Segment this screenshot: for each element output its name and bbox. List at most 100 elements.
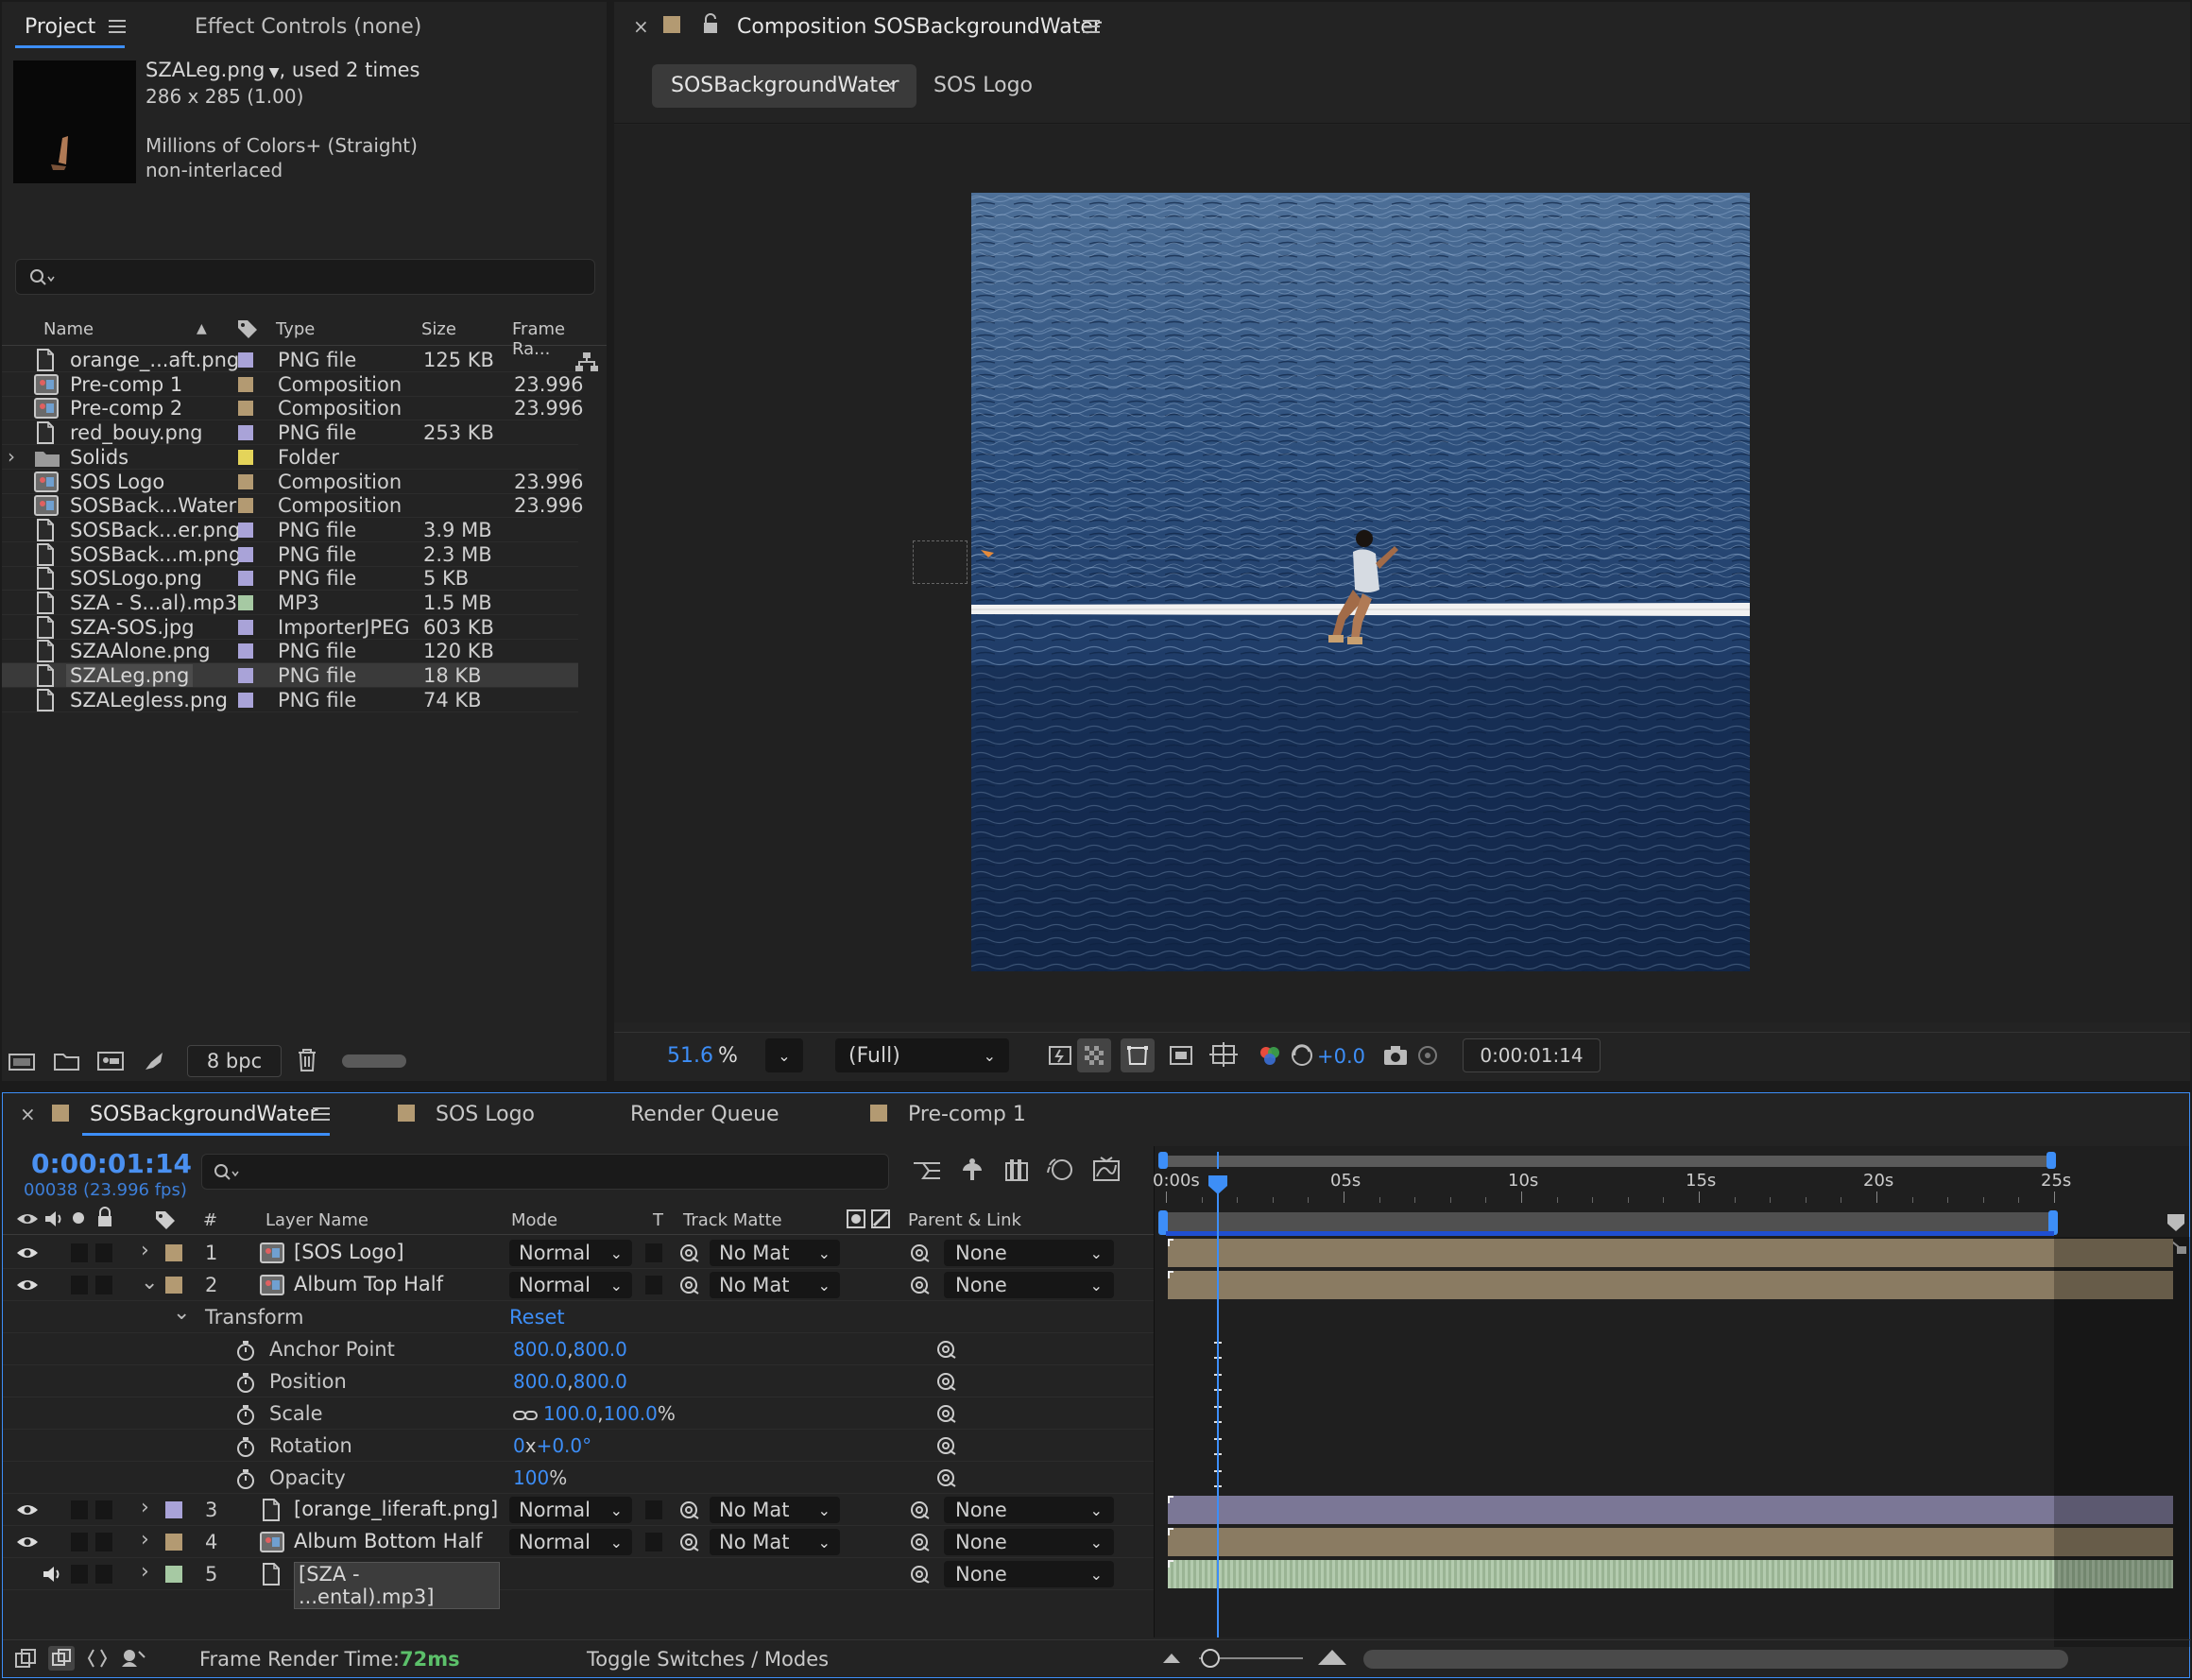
resolution-dropdown[interactable]: (Full) ⌄ (835, 1038, 1009, 1072)
time-ruler[interactable]: 0:00s 05s 10s 15s 20s 25s (1153, 1169, 2190, 1203)
stopwatch-icon[interactable] (235, 1467, 256, 1494)
label-color-swatch[interactable] (238, 668, 253, 684)
property-value[interactable]: 100.0 (604, 1402, 658, 1425)
chevron-left-icon[interactable]: ‹ (886, 72, 896, 98)
timeline-scrollbar[interactable] (1363, 1650, 2068, 1669)
expression-pickwhip-icon[interactable] (936, 1371, 957, 1396)
layer-name[interactable]: Album Bottom Half (294, 1530, 483, 1552)
timeline-search-input[interactable] (201, 1154, 889, 1190)
col-parent-link[interactable]: Parent & Link (908, 1210, 1021, 1230)
close-icon[interactable]: × (633, 15, 649, 38)
timeline-zoom-knob[interactable] (1201, 1649, 1220, 1668)
parent-dropdown[interactable]: None ⌄ (944, 1272, 1114, 1298)
lock-icon[interactable] (701, 13, 720, 40)
shy-layers-icon[interactable] (957, 1156, 987, 1188)
zoom-in-icon[interactable] (1316, 1646, 1348, 1671)
parent-dropdown[interactable]: None ⌄ (944, 1240, 1114, 1266)
panel-menu-icon[interactable] (108, 17, 127, 36)
col-track-matte[interactable]: Track Matte (683, 1210, 782, 1230)
color-channels-icon[interactable] (1257, 1042, 1283, 1072)
layer-row[interactable]: › 1 [SOS Logo] Normal ⌄ No Mat ⌄ None ⌄ (3, 1237, 1154, 1269)
thumbnail-size-slider[interactable] (342, 1054, 406, 1068)
project-item[interactable]: Pre-comp 2 Composition 23.996 (2, 396, 583, 421)
in-out-icon[interactable] (86, 1648, 109, 1672)
pickwhip-icon[interactable] (679, 1275, 700, 1299)
layer-in-point[interactable] (1168, 1496, 1173, 1503)
snapshot-camera-icon[interactable] (1381, 1042, 1410, 1072)
label-color-swatch[interactable] (238, 376, 253, 392)
chevron-down-icon[interactable]: ▼ (265, 65, 280, 80)
layer-name[interactable]: [orange_liferaft.png] (294, 1498, 498, 1520)
mode-dropdown[interactable]: Normal ⌄ (509, 1497, 632, 1523)
fast-preview-icon[interactable] (1047, 1042, 1073, 1072)
render-time-icon[interactable] (120, 1648, 146, 1672)
col-number[interactable]: # (203, 1210, 217, 1230)
show-snapshot-icon[interactable] (1413, 1042, 1442, 1072)
expression-pickwhip-icon[interactable] (936, 1339, 957, 1363)
parent-pickwhip-icon[interactable] (910, 1243, 931, 1267)
timeline-tab-precomp-1[interactable]: Pre-comp 1 (908, 1103, 1026, 1126)
transfer-controls-icon[interactable] (48, 1646, 75, 1671)
panel-menu-icon[interactable] (313, 1106, 330, 1124)
rotation-value[interactable]: 0x+0.0° (513, 1434, 591, 1457)
timeline-tab-sos-logo[interactable]: SOS Logo (436, 1103, 535, 1126)
new-composition-icon[interactable] (96, 1049, 125, 1077)
property-value[interactable]: 100.0 (543, 1402, 597, 1425)
property-value[interactable]: 800.0 (574, 1370, 627, 1393)
label-color-swatch[interactable] (238, 595, 253, 610)
track-matte-dropdown[interactable]: No Mat ⌄ (710, 1529, 840, 1555)
layer-label-swatch[interactable] (165, 1277, 182, 1294)
pickwhip-icon[interactable] (679, 1243, 700, 1267)
solo-switch[interactable] (71, 1243, 88, 1262)
stopwatch-icon[interactable] (235, 1371, 256, 1397)
property-value[interactable]: 800.0 (574, 1338, 627, 1361)
label-color-swatch[interactable] (238, 425, 253, 441)
project-item[interactable]: SZA - S...al).mp3 MP3 1.5 MB (2, 591, 578, 615)
layer-duration-bar[interactable] (1168, 1496, 2173, 1524)
expression-pickwhip-icon[interactable] (936, 1435, 957, 1460)
lock-icon[interactable] (95, 1207, 114, 1233)
label-tag-icon[interactable] (236, 317, 261, 344)
lock-switch[interactable] (95, 1243, 112, 1262)
lock-switch[interactable] (95, 1500, 112, 1519)
property-value[interactable]: 100 (513, 1466, 549, 1489)
pickwhip-icon[interactable] (679, 1532, 700, 1556)
layer-label-swatch[interactable] (165, 1534, 182, 1551)
audio-speaker-icon[interactable] (43, 1209, 65, 1233)
label-color-swatch[interactable] (238, 619, 253, 635)
eye-icon[interactable] (16, 1501, 39, 1522)
position-value[interactable]: 800.0,800.0 (513, 1370, 627, 1393)
col-name[interactable]: Name (43, 319, 94, 339)
mode-dropdown[interactable]: Normal ⌄ (509, 1529, 632, 1555)
pickwhip-icon[interactable] (679, 1500, 700, 1524)
layer-in-point[interactable] (1168, 1528, 1173, 1535)
motion-blur-icon[interactable] (1046, 1156, 1074, 1188)
track-matte-dropdown[interactable]: No Mat ⌄ (710, 1497, 840, 1523)
parent-pickwhip-icon[interactable] (910, 1500, 931, 1524)
project-item[interactable]: SOSBack...m.png PNG file 2.3 MB (2, 542, 578, 567)
track-matte-dropdown[interactable]: No Mat ⌄ (710, 1240, 840, 1266)
layer-duration-bar[interactable] (1168, 1528, 2173, 1556)
composition-flowchart-icon[interactable] (912, 1157, 942, 1188)
scale-value[interactable]: 100.0,100.0% (513, 1402, 676, 1427)
solo-dot-icon[interactable] (73, 1212, 84, 1224)
layer-switches-icon[interactable] (14, 1648, 37, 1672)
property-row[interactable]: Rotation 0x+0.0° (3, 1430, 1154, 1462)
property-row[interactable]: Anchor Point 800.0,800.0 (3, 1333, 1154, 1365)
stopwatch-icon[interactable] (235, 1339, 256, 1365)
solo-switch[interactable] (71, 1276, 88, 1294)
label-color-swatch[interactable] (238, 401, 253, 417)
matte-invert-icon[interactable] (870, 1209, 891, 1233)
eye-icon[interactable] (16, 1244, 39, 1265)
layer-label-swatch[interactable] (165, 1566, 182, 1583)
layer-row[interactable]: › 5 [SZA - ...ental).mp3] None ⌄ (3, 1558, 1154, 1609)
transparency-grid-icon[interactable] (1077, 1038, 1111, 1072)
selected-file-name[interactable]: SZALeg.png (146, 59, 265, 81)
expression-pickwhip-icon[interactable] (936, 1467, 957, 1492)
layer-in-point[interactable] (1168, 1239, 1173, 1246)
expression-pickwhip-icon[interactable] (936, 1403, 957, 1428)
lock-switch[interactable] (95, 1565, 112, 1584)
project-search-input[interactable] (15, 259, 595, 295)
reset-exposure-icon[interactable] (1289, 1042, 1315, 1072)
breadcrumb-active[interactable]: SOSBackgroundWater (652, 64, 916, 108)
